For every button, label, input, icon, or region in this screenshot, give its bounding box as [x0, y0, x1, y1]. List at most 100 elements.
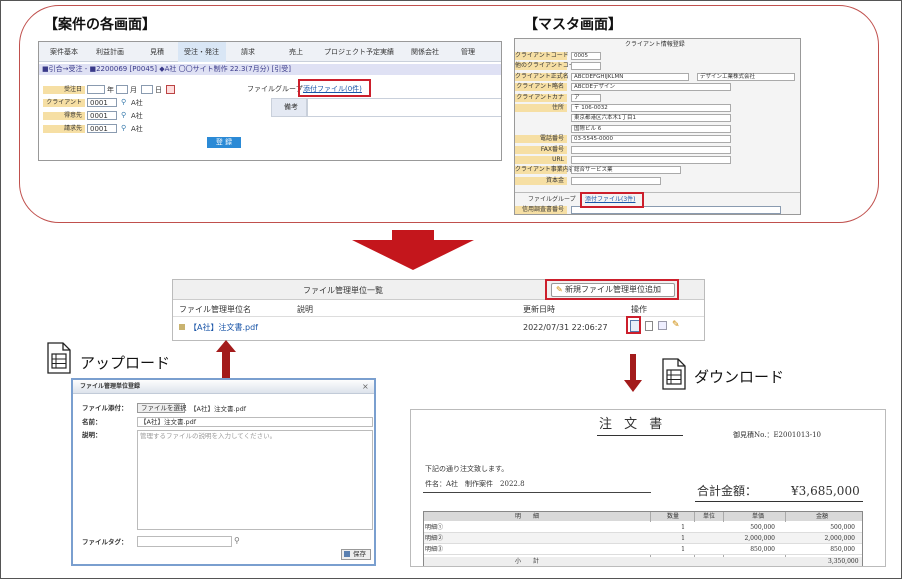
master-field-input[interactable] — [571, 156, 731, 164]
subtotal-value: 3,350,000 — [828, 558, 859, 565]
master-field-input[interactable]: ABCDEデザイン — [571, 83, 731, 92]
total-label: 合計金額： — [697, 484, 758, 498]
detail-table-header — [424, 512, 862, 521]
case-file-group-label: ファイルグループ — [247, 85, 303, 93]
search-icon[interactable]: ⚲ — [121, 112, 126, 119]
table-cell-amount: 2,000,000 — [824, 535, 855, 542]
master-field-input[interactable]: 国際ビル 6 — [571, 124, 731, 133]
master-field-label: クライアントカナ — [515, 93, 567, 102]
subtotal-label: 小 計 — [515, 558, 540, 565]
flow-arrow-down — [352, 230, 474, 270]
tab-order[interactable]: 受注・発注 — [184, 49, 219, 56]
tab-estimate[interactable]: 見積 — [150, 49, 164, 56]
upload-label: アップロード — [80, 354, 171, 372]
order-date-label: 受注日 — [43, 86, 85, 94]
file-tag-input[interactable] — [137, 536, 232, 547]
master-field-input[interactable] — [571, 62, 601, 71]
master-field-input[interactable] — [571, 176, 661, 185]
description-textarea[interactable] — [137, 430, 373, 530]
description-placeholder: 管理するファイルの説明を入力してください。 — [140, 432, 277, 440]
table-cell-qty: 1 — [681, 546, 685, 553]
header-unit: 単位 — [703, 513, 716, 520]
search-icon[interactable]: ⚲ — [121, 125, 126, 132]
edit-icon[interactable]: ✎ — [672, 321, 680, 330]
master-field-label: FAX番号 — [515, 145, 567, 154]
close-icon[interactable]: × — [362, 383, 369, 391]
billing-code-input[interactable]: 0001 — [87, 124, 117, 133]
billing-label: 請求先 — [43, 125, 85, 133]
case-attach-highlight — [298, 79, 371, 97]
order-date-year-input[interactable] — [87, 85, 105, 94]
order-date-day-suffix: 日 — [155, 86, 162, 94]
total-underline — [695, 501, 863, 502]
remarks-input[interactable] — [307, 98, 501, 117]
calendar-icon[interactable] — [166, 85, 175, 94]
client-label: クライアント — [43, 99, 85, 107]
download-arrow-down — [624, 354, 642, 392]
tab-sales[interactable]: 売上 — [289, 49, 303, 56]
name-label: 名前： — [82, 418, 102, 426]
client-code-input[interactable]: 0001 — [87, 98, 117, 107]
file-list-title: ファイル管理単位一覧 — [303, 286, 383, 295]
search-icon[interactable]: ⚲ — [234, 537, 240, 545]
master-field-extra[interactable]: デザイン工業株式会社 — [697, 72, 795, 81]
master-field-input[interactable]: ア — [571, 93, 601, 102]
table-row — [424, 544, 862, 555]
table-cell-price: 500,000 — [750, 524, 775, 531]
remarks-label: 備考 — [284, 103, 298, 111]
title-underline — [597, 435, 683, 436]
client-name: A社 — [131, 99, 143, 107]
table-cell-item: 明細② — [425, 535, 444, 542]
tab-project[interactable]: プロジェクト予定実績 — [324, 49, 394, 56]
master-field-input[interactable]: 東京都港区六本木1丁目1 — [571, 114, 731, 123]
table-cell-qty: 1 — [681, 524, 685, 531]
name-input[interactable]: 【A社】注文書.pdf — [137, 417, 373, 427]
order-date-month-suffix: 月 — [130, 86, 137, 94]
doc-intro: 下記の通り注文致します。 — [425, 465, 509, 473]
order-date-day-input[interactable] — [141, 85, 153, 94]
doc-title: 注 文 書 — [599, 417, 667, 432]
tab-case-basic[interactable]: 案件基本 — [50, 49, 78, 56]
header-item: 明 細 — [515, 513, 540, 520]
choose-file-button[interactable]: ファイルを選択 — [137, 403, 187, 413]
master-field-input[interactable]: 総合サービス業 — [571, 166, 681, 175]
customer-code-input[interactable]: 0001 — [87, 111, 117, 120]
column-actions: 操作 — [631, 305, 647, 314]
master-field-input[interactable]: 〒 106-0032 — [571, 104, 731, 112]
master-field-input[interactable]: 0005 — [571, 52, 601, 60]
master-screen-heading: 【マスタ画面】 — [524, 17, 622, 33]
tab-billing[interactable]: 請求 — [241, 49, 255, 56]
case-info-text: ■引合→受注 - ■2200069 [P0045] ◆A社 〇〇サイト制作 22… — [42, 65, 292, 73]
table-cell-qty: 1 — [681, 535, 685, 542]
document-icon — [47, 342, 71, 374]
table-row — [424, 533, 862, 544]
upload-arrow-up — [216, 340, 236, 378]
delete-icon[interactable] — [658, 321, 667, 330]
table-cell-item: 明細③ — [425, 546, 444, 553]
column-description: 説明 — [297, 305, 313, 314]
master-field-input[interactable]: ABCDEFGHIJKLMN — [571, 72, 689, 81]
tab-admin[interactable]: 管理 — [461, 49, 475, 56]
doc-subject: 件名：A社 制作案件 2022.8 — [425, 480, 525, 488]
tab-profit-plan[interactable]: 利益計画 — [96, 49, 124, 56]
master-field-label: 電話番号 — [515, 135, 567, 144]
column-name: ファイル管理単位名 — [179, 305, 251, 314]
master-field-input[interactable] — [571, 145, 731, 154]
master-field-input[interactable]: 03-5545-0000 — [571, 135, 731, 144]
copy-icon[interactable] — [645, 321, 653, 331]
description-label: 説明： — [82, 431, 102, 439]
master-title: クライアント情報登録 — [625, 41, 685, 48]
chosen-file-name: 【A社】注文書.pdf — [190, 405, 247, 413]
master-last-label: 信用調査書番号 — [515, 206, 567, 214]
column-updated: 更新日時 — [523, 305, 555, 314]
tab-related[interactable]: 関係会社 — [411, 49, 439, 56]
table-cell-price: 2,000,000 — [744, 535, 775, 542]
register-button[interactable]: 登 録 — [207, 137, 241, 148]
header-amount: 金額 — [816, 513, 829, 520]
order-date-month-input[interactable] — [116, 85, 128, 94]
search-icon[interactable]: ⚲ — [121, 99, 126, 106]
file-updated: 2022/07/31 22:06:27 — [523, 323, 608, 332]
billing-name: A社 — [131, 125, 143, 133]
customer-name: A社 — [131, 112, 143, 120]
file-name-link[interactable]: 【A社】注文書.pdf — [189, 324, 258, 332]
